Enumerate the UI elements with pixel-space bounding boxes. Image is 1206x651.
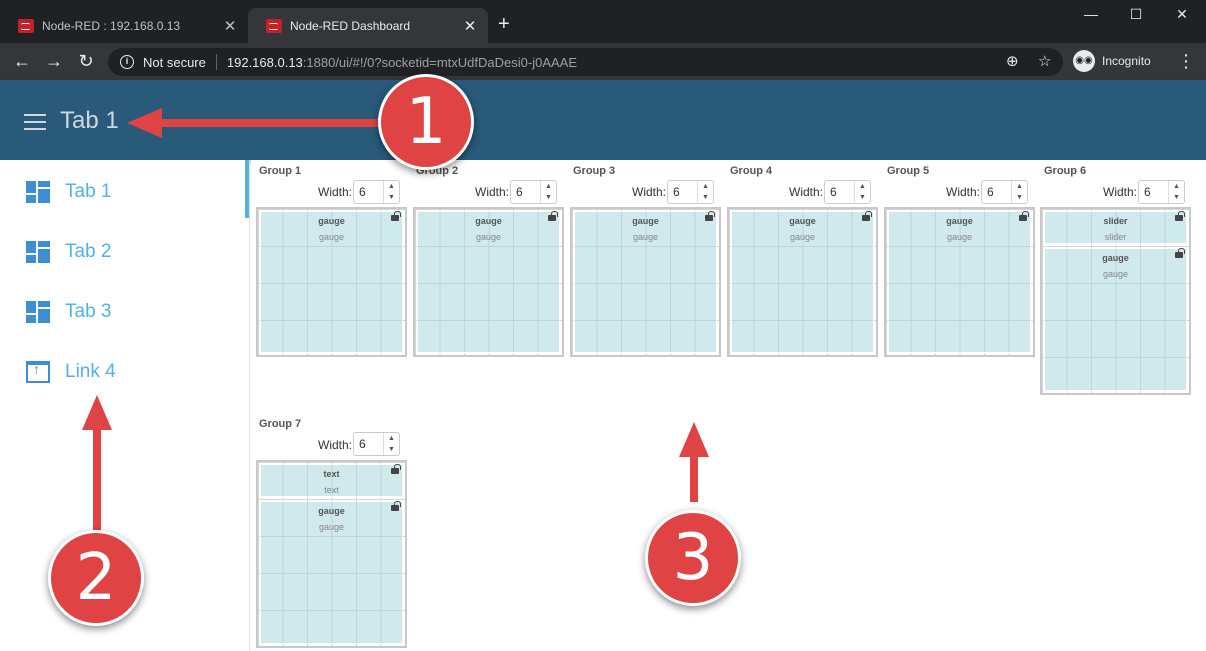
- node-red-favicon-icon: [266, 18, 282, 33]
- callout-badge-3: 3: [645, 510, 741, 606]
- group-width-stepper[interactable]: 6 ▲ ▼: [824, 180, 871, 204]
- sidebar-item-label: Tab 3: [65, 301, 112, 322]
- widget-gauge[interactable]: gauge gauge: [417, 211, 560, 353]
- group-title: Group 1: [259, 165, 302, 177]
- dashboard-icon: [26, 241, 50, 263]
- url-path: :1880/ui/#!/0?socketid=mtxUdfDaDesi0-j0A…: [302, 54, 578, 70]
- lock-icon[interactable]: [391, 501, 401, 511]
- width-label: Width:: [632, 185, 667, 199]
- group-title: Group 3: [573, 165, 616, 177]
- callout-arrowhead: [82, 395, 112, 430]
- lock-icon[interactable]: [705, 211, 715, 221]
- callout-badge-1: 1: [378, 74, 474, 170]
- close-tab-icon[interactable]: ✕: [220, 17, 240, 35]
- widget-gauge[interactable]: gauge gauge: [260, 211, 403, 353]
- close-tab-icon[interactable]: ✕: [460, 17, 480, 35]
- width-label: Width:: [789, 185, 824, 199]
- width-label: Width:: [318, 185, 353, 199]
- widget-gauge[interactable]: gauge gauge: [574, 211, 717, 353]
- bookmark-star-icon[interactable]: ☆: [1038, 48, 1051, 76]
- browser-toolbar: ← → ↻ i Not secure 192.168.0.13 :1880/ui…: [0, 43, 1206, 80]
- browser-tab-title: Node-RED : 192.168.0.13: [42, 18, 181, 33]
- group-width-stepper[interactable]: 6 ▲ ▼: [981, 180, 1028, 204]
- group-7-layout: text text gauge gauge: [256, 460, 407, 648]
- open-in-new-icon: [26, 361, 50, 383]
- dashboard-icon: [26, 181, 50, 203]
- group-5-layout: gauge gauge: [884, 207, 1035, 357]
- dashboard-icon: [26, 301, 50, 323]
- sidebar-item-label: Tab 1: [65, 181, 112, 202]
- sidebar-item-link-4[interactable]: Link 4: [0, 342, 245, 402]
- incognito-indicator[interactable]: ◉◉ Incognito: [1073, 50, 1151, 72]
- lock-icon[interactable]: [1019, 211, 1029, 221]
- group-width-stepper[interactable]: 6 ▲ ▼: [353, 180, 400, 204]
- hamburger-menu-icon[interactable]: [24, 114, 46, 130]
- widget-gauge[interactable]: gauge gauge: [1044, 248, 1187, 391]
- lock-icon[interactable]: [548, 211, 558, 221]
- width-label: Width:: [318, 438, 353, 452]
- incognito-icon: ◉◉: [1073, 50, 1095, 72]
- info-icon[interactable]: i: [120, 55, 134, 69]
- group-1-layout: gauge gauge: [256, 207, 407, 357]
- browser-titlebar: Node-RED : 192.168.0.13 ✕ Node-RED Dashb…: [0, 0, 1206, 43]
- group-width-stepper[interactable]: 6 ▲ ▼: [667, 180, 714, 204]
- callout-arrowhead: [127, 108, 162, 138]
- node-red-favicon-icon: [18, 18, 34, 33]
- group-title: Group 7: [259, 418, 302, 430]
- minimize-icon[interactable]: —: [1069, 6, 1113, 22]
- new-tab-button[interactable]: +: [498, 14, 510, 34]
- group-4-layout: gauge gauge: [727, 207, 878, 357]
- callout-badge-2: 2: [48, 530, 144, 626]
- sidebar-item-tab-3[interactable]: Tab 3: [0, 282, 245, 342]
- group-6-layout: slider slider gauge gauge: [1040, 207, 1191, 395]
- active-tab-indicator: [245, 160, 249, 218]
- divider: [215, 54, 217, 70]
- callout-arrowhead: [679, 422, 709, 457]
- lock-icon[interactable]: [391, 464, 401, 474]
- page-title: Tab 1: [60, 107, 119, 134]
- callout-arrow: [160, 119, 390, 127]
- group-2-layout: gauge gauge: [413, 207, 564, 357]
- sidebar-item-label: Tab 2: [65, 241, 112, 262]
- widget-gauge[interactable]: gauge gauge: [888, 211, 1031, 353]
- sidebar-item-tab-1[interactable]: Tab 1: [0, 162, 245, 222]
- callout-arrow: [690, 452, 698, 502]
- widget-gauge[interactable]: gauge gauge: [731, 211, 874, 353]
- widget-gauge[interactable]: gauge gauge: [260, 501, 403, 644]
- group-3-layout: gauge gauge: [570, 207, 721, 357]
- incognito-label: Incognito: [1102, 54, 1151, 68]
- address-bar[interactable]: i Not secure 192.168.0.13 :1880/ui/#!/0?…: [108, 48, 1063, 76]
- close-window-icon[interactable]: ✕: [1160, 6, 1204, 23]
- group-title: Group 5: [887, 165, 930, 177]
- forward-arrow-icon[interactable]: →: [42, 51, 66, 71]
- group-width-stepper[interactable]: 6 ▲ ▼: [1138, 180, 1185, 204]
- width-label: Width:: [1103, 185, 1138, 199]
- lock-icon[interactable]: [1175, 211, 1185, 221]
- lock-icon[interactable]: [1175, 248, 1185, 258]
- width-label: Width:: [946, 185, 981, 199]
- browser-menu-icon[interactable]: ⋮: [1177, 51, 1195, 72]
- sidebar-item-label: Link 4: [65, 361, 116, 382]
- group-title: Group 4: [730, 165, 773, 177]
- reload-icon[interactable]: ↻: [74, 51, 98, 71]
- browser-tab-node-red[interactable]: Node-RED : 192.168.0.13 ✕: [0, 8, 248, 43]
- lock-icon[interactable]: [391, 211, 401, 221]
- group-title: Group 6: [1044, 165, 1087, 177]
- zoom-icon[interactable]: ⊕: [1006, 48, 1019, 76]
- security-status: Not secure: [143, 54, 206, 70]
- group-width-stepper[interactable]: 6 ▲ ▼: [510, 180, 557, 204]
- sidebar-item-tab-2[interactable]: Tab 2: [0, 222, 245, 282]
- back-arrow-icon[interactable]: ←: [10, 51, 34, 71]
- callout-arrow: [93, 425, 101, 535]
- browser-tab-dashboard[interactable]: Node-RED Dashboard ✕: [248, 8, 488, 43]
- url-host: 192.168.0.13: [226, 54, 303, 70]
- browser-tab-title: Node-RED Dashboard: [290, 18, 411, 33]
- group-width-stepper[interactable]: 6 ▲ ▼: [353, 432, 400, 456]
- maximize-icon[interactable]: ☐: [1114, 6, 1158, 23]
- widget-slider[interactable]: slider slider: [1044, 211, 1187, 244]
- width-label: Width:: [475, 185, 510, 199]
- widget-text[interactable]: text text: [260, 464, 403, 497]
- lock-icon[interactable]: [862, 211, 872, 221]
